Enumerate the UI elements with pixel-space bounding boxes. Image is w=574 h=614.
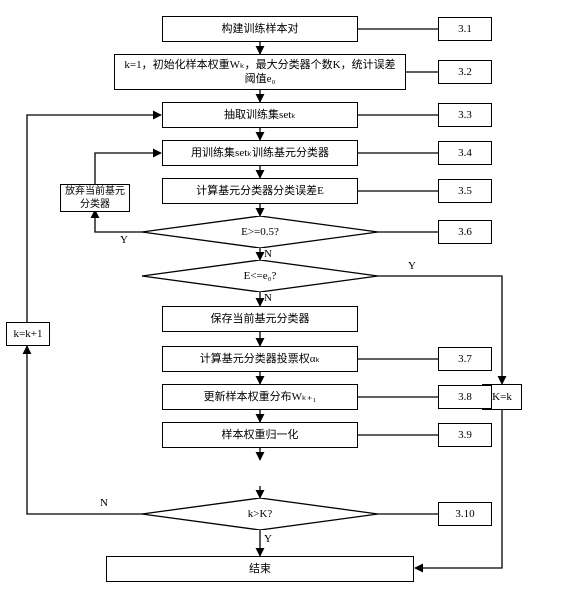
edge-label-Y: Y (408, 260, 416, 272)
decision-k-gt-K: k>K? (142, 498, 378, 530)
ref-3-7: 3.7 (438, 347, 492, 371)
decision-E-ge-05: E>=0.5? (142, 216, 378, 248)
ref-3-8: 3.8 (438, 385, 492, 409)
step-label: 保存当前基元分类器 (211, 312, 310, 326)
edge-label-N: N (264, 292, 272, 304)
ref-3-2: 3.2 (438, 60, 492, 84)
ref-3-3: 3.3 (438, 103, 492, 127)
decision-label: E<=e₀? (244, 270, 277, 282)
edge-label-N: N (264, 248, 272, 260)
ref-3-5: 3.5 (438, 179, 492, 203)
edge-label-N: N (100, 497, 108, 509)
step-label: 放弃当前基元分类器 (65, 185, 125, 211)
step-end: 结束 (106, 556, 414, 582)
step-construct-samples: 构建训练样本对 (162, 16, 358, 42)
edge-label-Y: Y (264, 533, 272, 545)
side-increment-k: k=k+1 (6, 322, 50, 346)
step-update-weights: 更新样本权重分布Wₖ₊₁ (162, 384, 358, 410)
ref-label: 3.2 (458, 65, 472, 79)
ref-label: 3.10 (455, 507, 474, 521)
step-init: k=1，初始化样本权重Wₖ，最大分类器个数K，统计误差阈值e₀ (114, 54, 406, 90)
ref-3-10: 3.10 (438, 502, 492, 526)
ref-3-6: 3.6 (438, 220, 492, 244)
step-label: 计算基元分类器分类误差E (196, 184, 324, 198)
step-label: 用训练集setₖ训练基元分类器 (191, 146, 329, 160)
step-sample-set: 抽取训练集setₖ (162, 102, 358, 128)
ref-3-1: 3.1 (438, 17, 492, 41)
ref-label: 3.6 (458, 225, 472, 239)
ref-label: 3.9 (458, 428, 472, 442)
step-label: k=1，初始化样本权重Wₖ，最大分类器个数K，统计误差阈值e₀ (119, 58, 401, 87)
edge-label-Y: Y (120, 234, 128, 246)
step-label: 结束 (249, 562, 271, 576)
step-label: 构建训练样本对 (222, 22, 299, 36)
ref-label: 3.4 (458, 146, 472, 160)
ref-label: 3.5 (458, 184, 472, 198)
step-calc-alpha: 计算基元分类器投票权αₖ (162, 346, 358, 372)
ref-label: 3.8 (458, 390, 472, 404)
decision-label: k>K? (248, 508, 273, 520)
step-train-base: 用训练集setₖ训练基元分类器 (162, 140, 358, 166)
step-label: K=k (492, 390, 512, 404)
step-save-classifier: 保存当前基元分类器 (162, 306, 358, 332)
step-label: k=k+1 (14, 327, 43, 341)
ref-label: 3.7 (458, 352, 472, 366)
step-label: 计算基元分类器投票权αₖ (200, 352, 320, 366)
step-normalize: 样本权重归一化 (162, 422, 358, 448)
ref-label: 3.1 (458, 22, 472, 36)
side-discard-classifier: 放弃当前基元分类器 (60, 184, 130, 212)
step-label: 样本权重归一化 (222, 428, 299, 442)
step-label: 抽取训练集setₖ (224, 108, 296, 122)
ref-3-9: 3.9 (438, 423, 492, 447)
ref-label: 3.3 (458, 108, 472, 122)
step-calc-error: 计算基元分类器分类误差E (162, 178, 358, 204)
ref-3-4: 3.4 (438, 141, 492, 165)
step-label: 更新样本权重分布Wₖ₊₁ (204, 390, 317, 404)
decision-E-le-e0: E<=e₀? (142, 260, 378, 292)
decision-label: E>=0.5? (241, 226, 279, 238)
